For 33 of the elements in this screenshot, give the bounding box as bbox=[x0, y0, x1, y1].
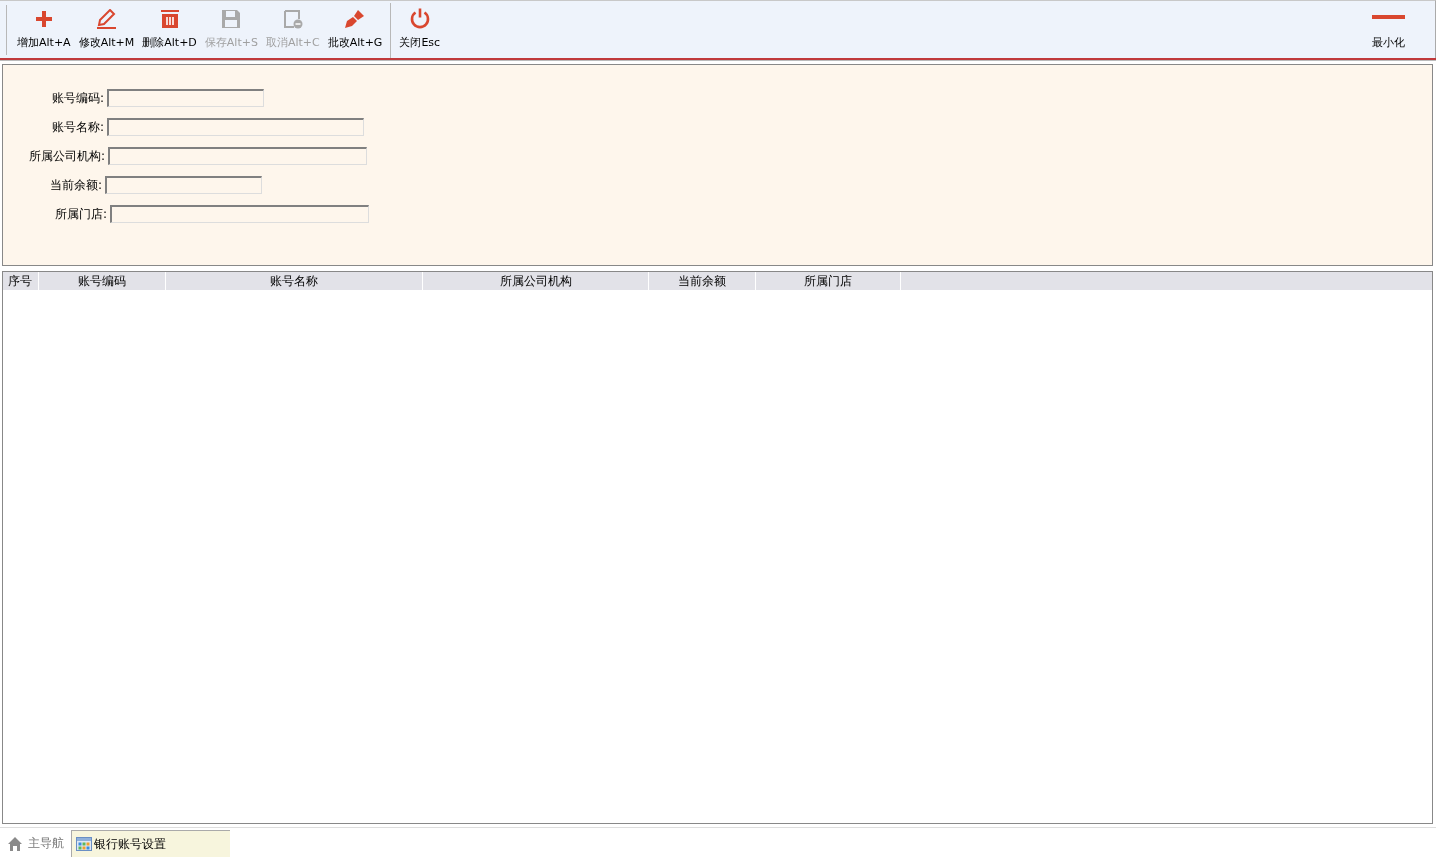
field-label: 账号编码: bbox=[50, 89, 105, 107]
document-minus-icon bbox=[282, 9, 303, 29]
field-label: 所属公司机构: bbox=[27, 147, 106, 165]
toolbar-button[interactable]: 修改Alt+M bbox=[76, 1, 137, 58]
tab[interactable]: 银行账号设置 bbox=[71, 830, 230, 857]
pencil-icon bbox=[95, 9, 118, 29]
input-field[interactable] bbox=[107, 118, 364, 136]
input-field[interactable] bbox=[107, 89, 264, 107]
plus-icon bbox=[33, 9, 54, 29]
input-field[interactable] bbox=[110, 205, 369, 223]
column-header[interactable]: 所属门店 bbox=[756, 272, 901, 290]
field-label: 所属门店: bbox=[53, 205, 108, 223]
toolbar-button[interactable]: 增加Alt+A bbox=[15, 1, 73, 58]
column-header[interactable]: 所属公司机构 bbox=[423, 272, 649, 290]
column-header[interactable]: 当前余额 bbox=[649, 272, 756, 290]
field-label: 当前余额: bbox=[48, 176, 103, 194]
toolbar-button[interactable]: 删除Alt+D bbox=[140, 1, 199, 58]
toolbar-button[interactable]: 批改Alt+G bbox=[325, 1, 385, 58]
minimize-button[interactable]: 最小化 bbox=[1370, 1, 1407, 58]
column-header[interactable]: 序号 bbox=[3, 272, 39, 290]
toolbar-button[interactable]: 关闭Esc bbox=[397, 1, 443, 58]
window-grid-icon bbox=[76, 837, 92, 851]
column-header[interactable]: 账号名称 bbox=[166, 272, 423, 290]
input-field[interactable] bbox=[105, 176, 262, 194]
input-field[interactable] bbox=[108, 147, 367, 165]
trash-icon bbox=[159, 9, 180, 29]
field-label: 账号名称: bbox=[50, 118, 105, 136]
tab[interactable]: 主导航 bbox=[3, 830, 68, 857]
house-icon bbox=[7, 835, 23, 852]
power-icon bbox=[408, 7, 431, 29]
column-header[interactable]: 账号编码 bbox=[39, 272, 166, 290]
minimize-icon bbox=[1372, 15, 1405, 19]
pen-nib-icon bbox=[344, 9, 367, 29]
